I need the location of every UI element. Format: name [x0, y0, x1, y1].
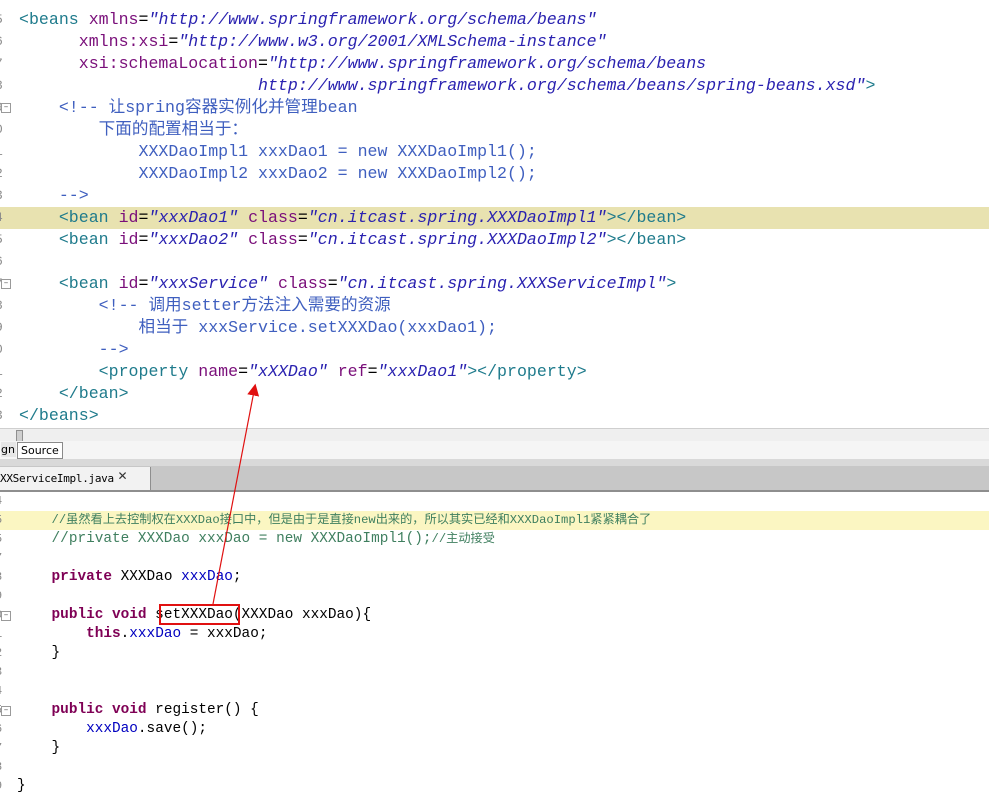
arrow-line: [212, 383, 260, 605]
annotation-arrow: [212, 383, 260, 605]
